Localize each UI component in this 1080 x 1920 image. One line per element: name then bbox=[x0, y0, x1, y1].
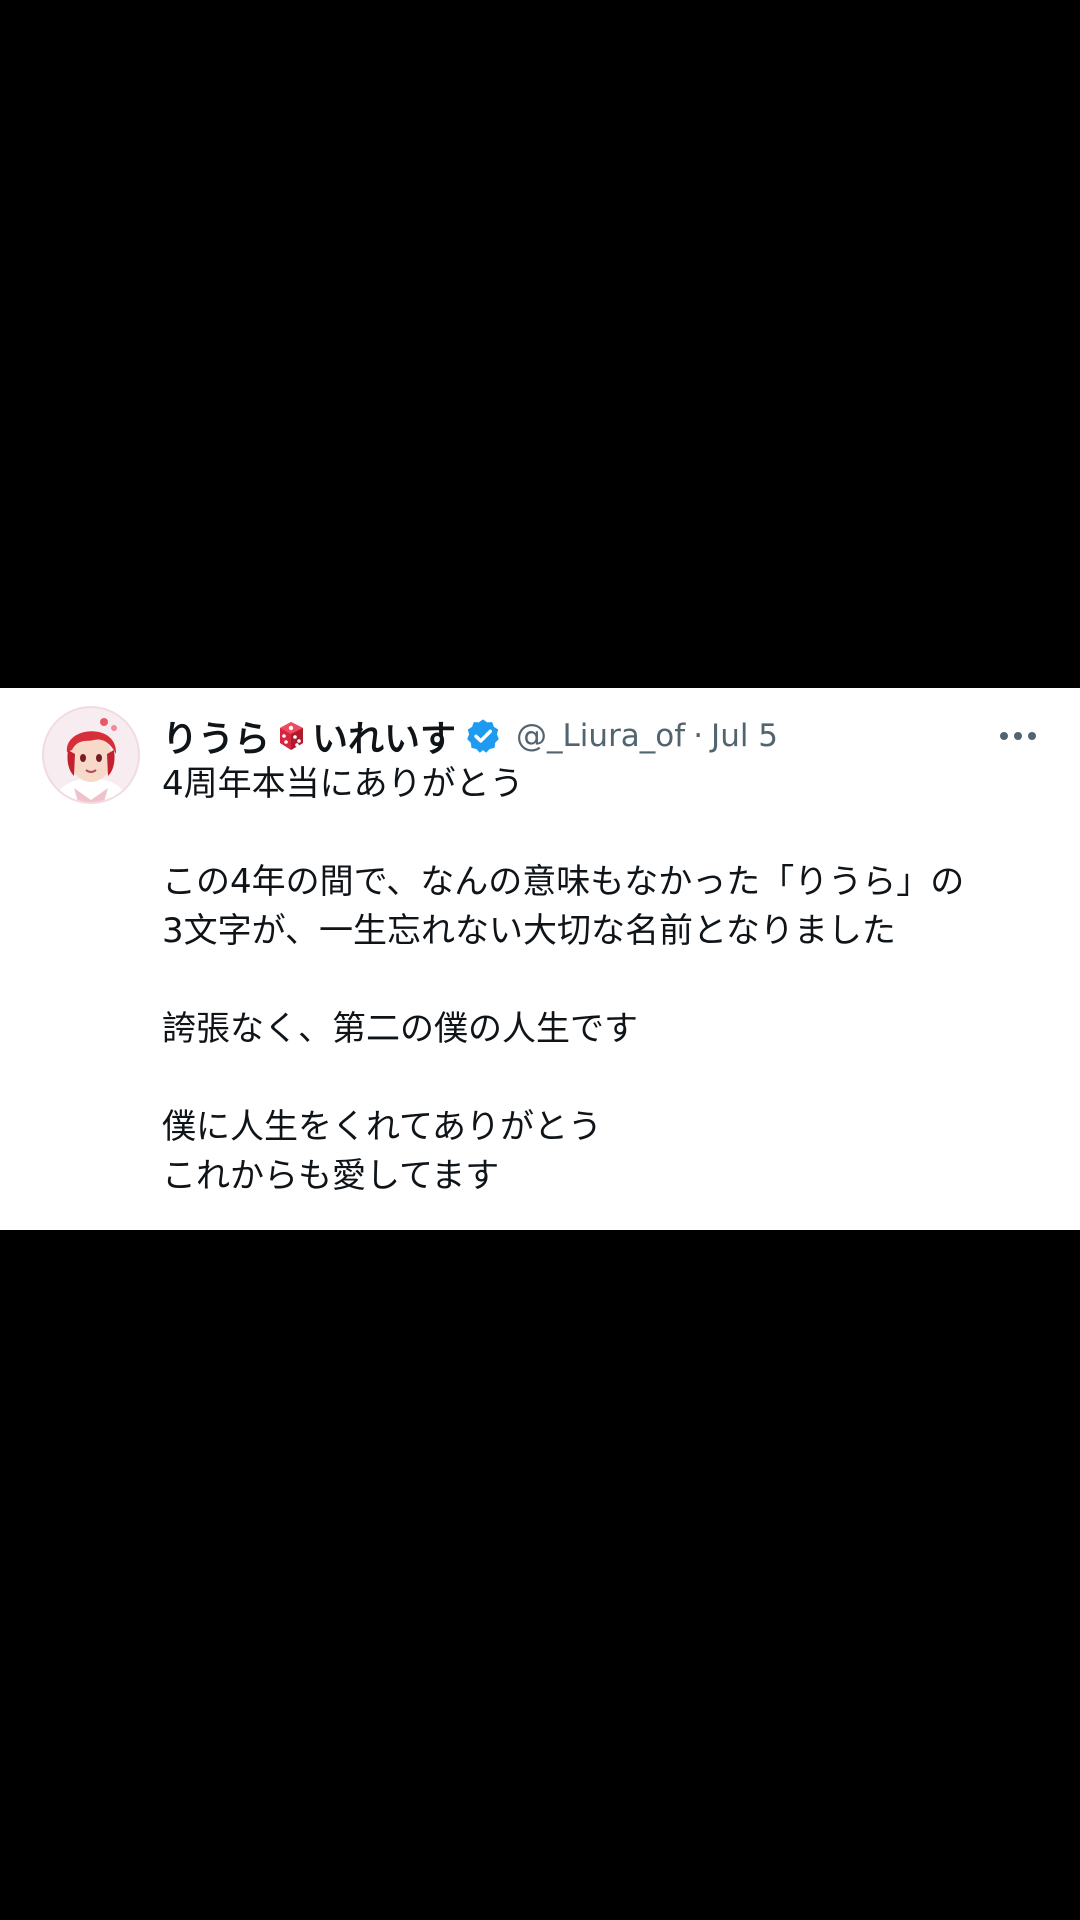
separator-dot: · bbox=[693, 718, 704, 754]
tweet-line-6: これからも愛してます bbox=[162, 1156, 500, 1196]
tweet-header: りうら いれいす @_Liura_of · Jul 5 bbox=[162, 710, 1042, 762]
verified-badge-icon bbox=[464, 717, 502, 755]
tweet-line-3: 3文字が、一生忘れない大切な名前となりました bbox=[162, 911, 896, 951]
tweet-line-1: 4周年本当にありがとう bbox=[162, 764, 524, 804]
tweet-line-4: 誇張なく、第二の僕の人生です bbox=[162, 1009, 638, 1049]
tweet-text: 4周年本当にありがとう この4年の間で、なんの意味もなかった「りうら」の 3文字… bbox=[162, 760, 1042, 1201]
tweet-line-2: この4年の間で、なんの意味もなかった「りうら」の bbox=[162, 862, 965, 902]
display-name-part2: いれいす bbox=[312, 719, 457, 760]
game-die-icon bbox=[274, 719, 308, 753]
display-name-part1: りうら bbox=[162, 719, 271, 760]
display-name[interactable]: りうら いれいす bbox=[162, 710, 456, 762]
timestamp[interactable]: Jul 5 bbox=[711, 718, 778, 754]
tweet-card[interactable]: りうら いれいす @_Liura_of · Jul 5 4周年本当にありがとう … bbox=[0, 688, 1080, 1230]
user-handle[interactable]: @_Liura_of bbox=[516, 718, 685, 754]
profile-avatar[interactable] bbox=[42, 706, 140, 804]
more-options-icon[interactable] bbox=[996, 716, 1040, 756]
video-frame: りうら いれいす @_Liura_of · Jul 5 4周年本当にありがとう … bbox=[0, 0, 1080, 1920]
tweet-line-5: 僕に人生をくれてありがとう bbox=[162, 1107, 602, 1147]
